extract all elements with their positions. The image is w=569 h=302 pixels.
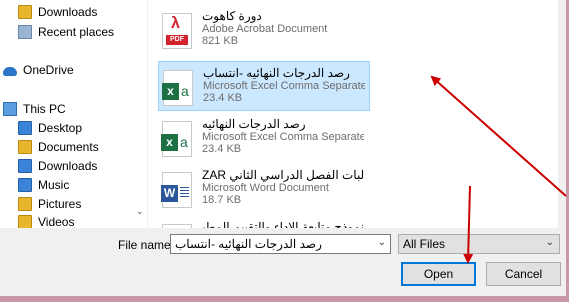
annotation-arrows: [430, 75, 567, 264]
annotation-arrow-to-selected-file: [430, 75, 567, 197]
annotation-arrow-to-open-button: [463, 185, 474, 264]
